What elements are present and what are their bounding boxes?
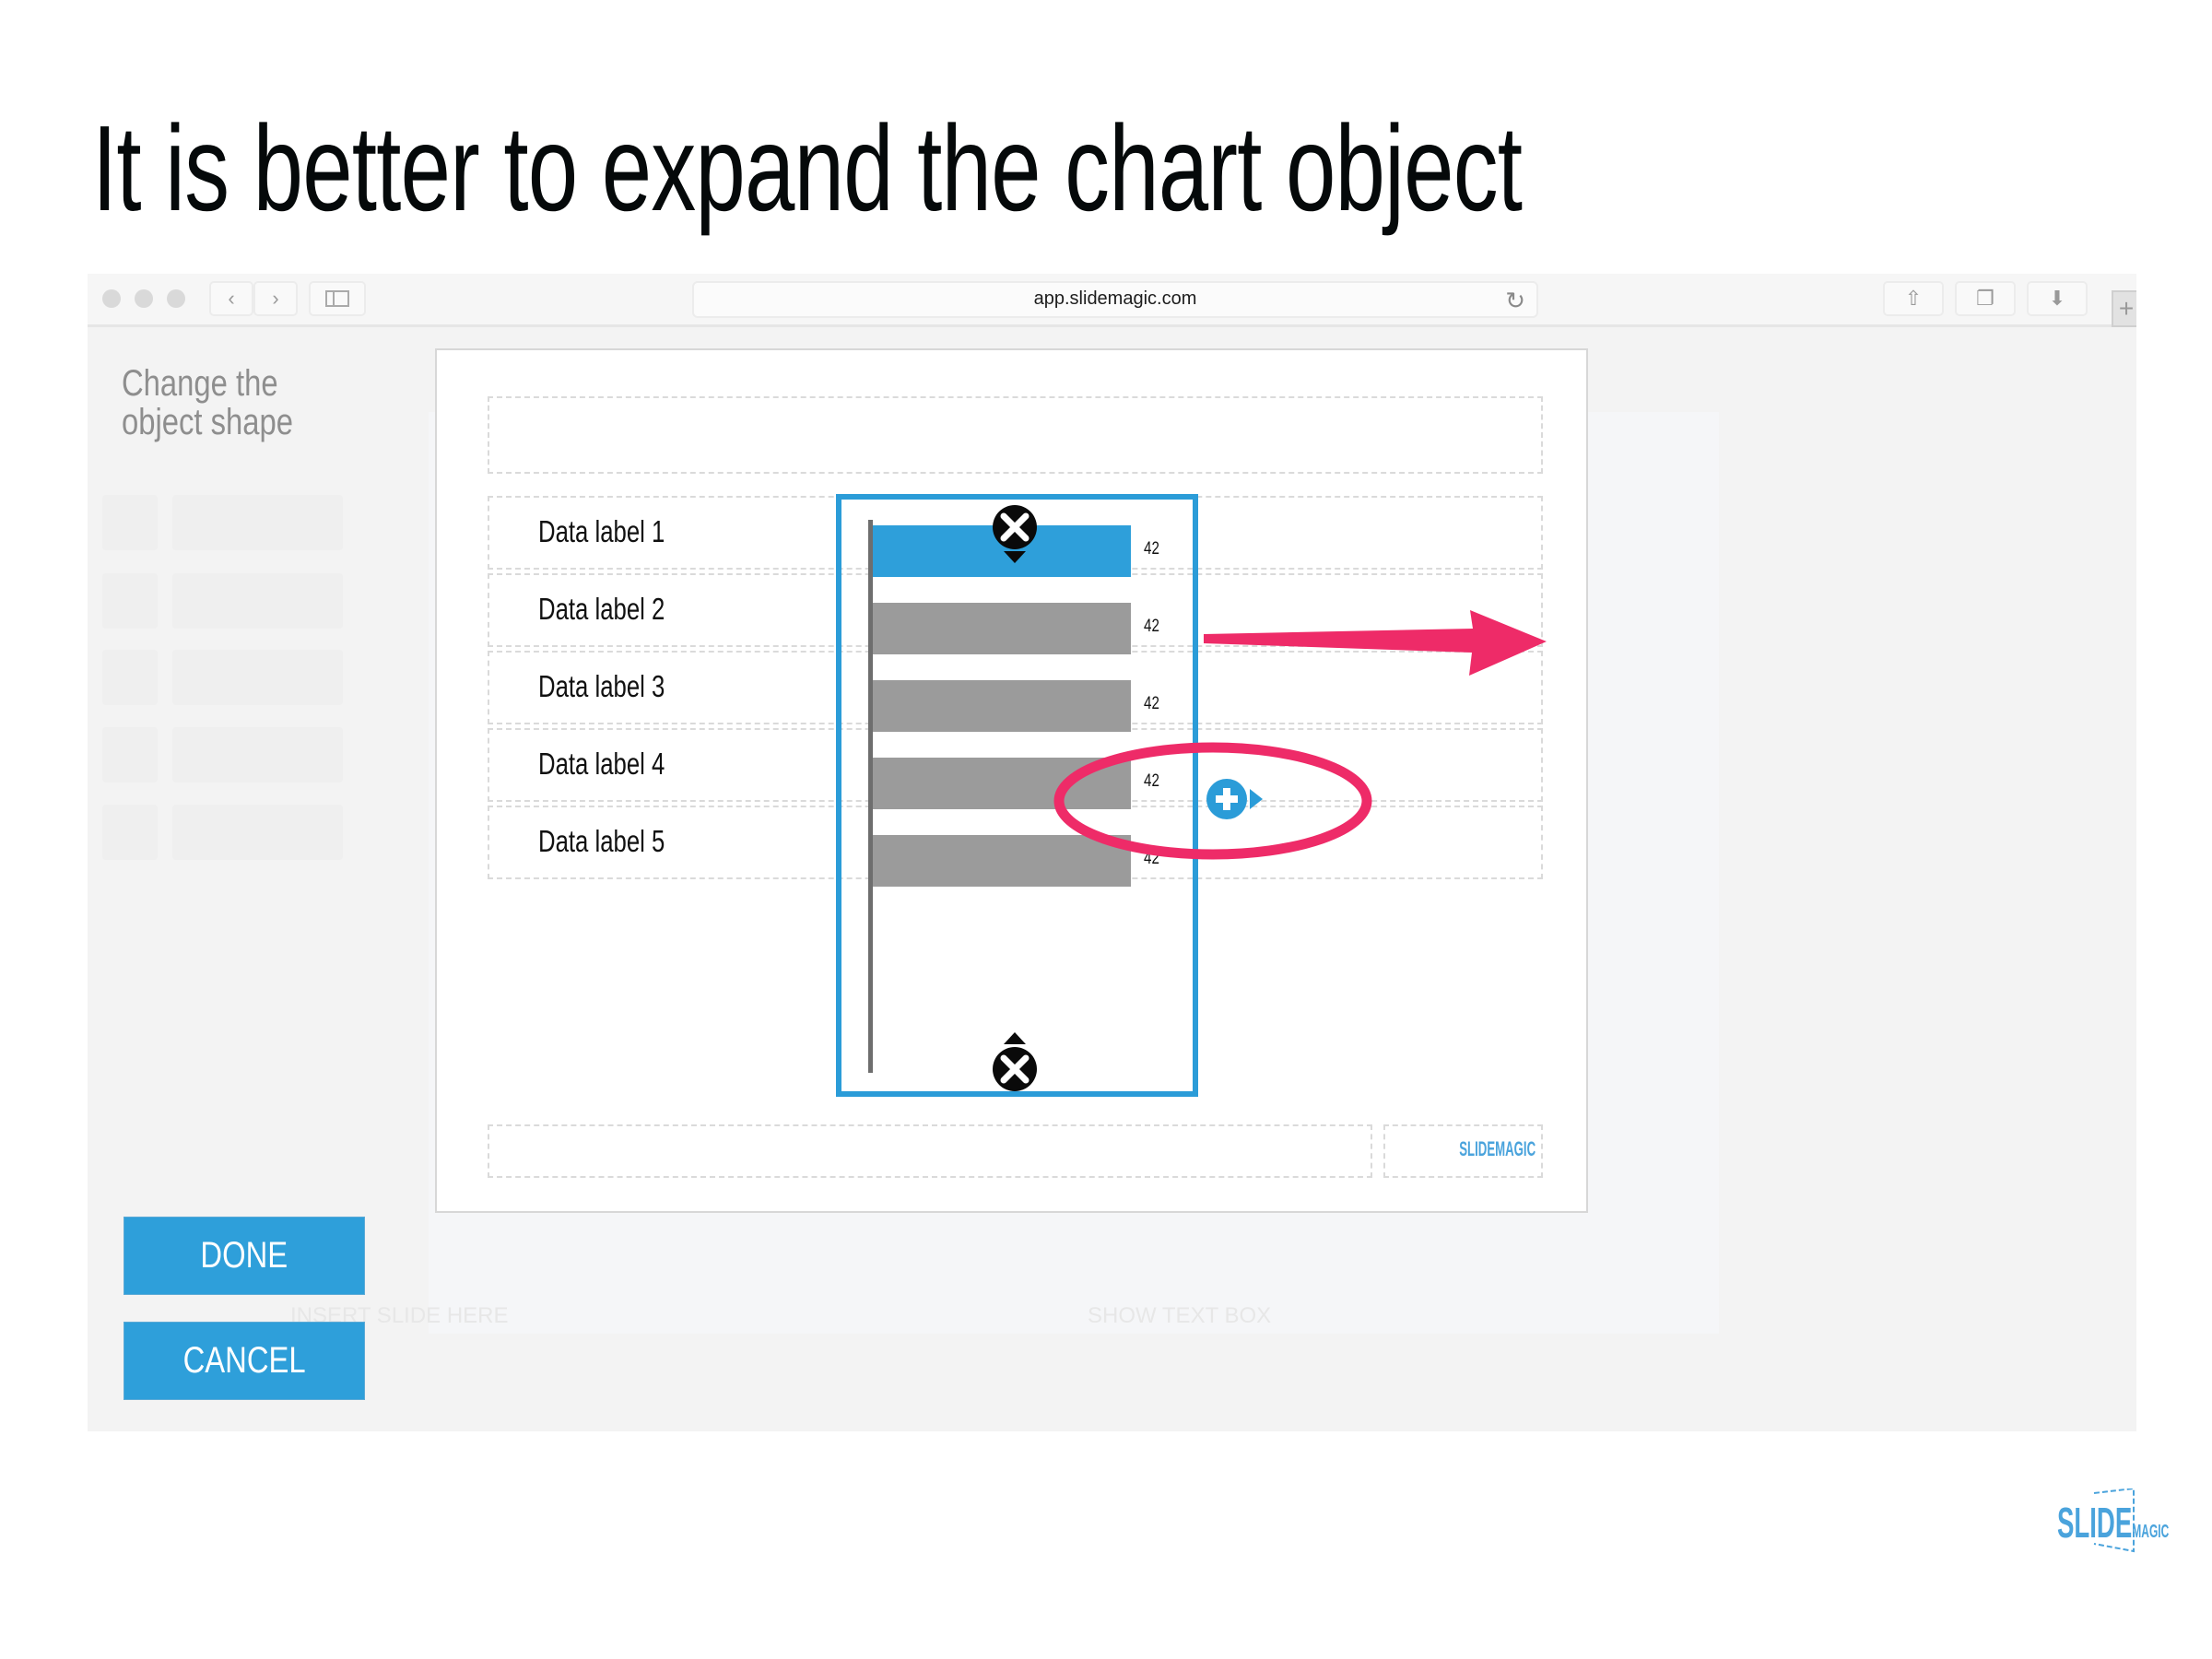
bar-value-label: 42 bbox=[1144, 694, 1159, 713]
cancel-button[interactable]: CANCEL bbox=[124, 1322, 365, 1400]
slide-title: It is better to expand the chart object bbox=[92, 100, 1523, 236]
row-label: Data label 4 bbox=[538, 747, 665, 781]
title-placeholder[interactable] bbox=[488, 396, 1543, 474]
window-minimize-button[interactable] bbox=[135, 289, 153, 308]
ghost-show-text-box: SHOW TEXT BOX bbox=[1088, 1303, 1272, 1328]
window-zoom-button[interactable] bbox=[167, 289, 185, 308]
share-icon: ⇧ bbox=[1904, 287, 1923, 310]
tabs-icon: ❐ bbox=[1976, 287, 1994, 310]
chevron-left-icon: ‹ bbox=[228, 287, 235, 310]
ghost-line-icon bbox=[102, 805, 158, 860]
done-button-label: DONE bbox=[200, 1235, 288, 1276]
sidebar-icon bbox=[325, 290, 349, 307]
downloads-button[interactable]: ⬇ bbox=[2027, 281, 2088, 316]
slidemagic-logo: SLIDEMAGIC bbox=[2055, 1487, 2169, 1558]
chart-bar[interactable] bbox=[873, 603, 1131, 654]
footer-text-placeholder[interactable] bbox=[488, 1124, 1372, 1178]
window-close-button[interactable] bbox=[102, 289, 121, 308]
download-icon: ⬇ bbox=[2048, 287, 2066, 310]
ghost-shape-icon bbox=[102, 495, 158, 550]
chevron-right-icon: › bbox=[272, 287, 279, 310]
ghost-menu-item bbox=[172, 495, 343, 550]
slide-canvas[interactable]: Data label 1 Data label 2 Data label 3 Data… bbox=[435, 348, 1588, 1213]
browser-toolbar: ‹ › app.slidemagic.com ↻ ⇧ ❐ ⬇ bbox=[88, 274, 2136, 327]
new-tab-button[interactable]: + bbox=[2112, 290, 2136, 327]
share-button[interactable]: ⇧ bbox=[1883, 281, 1944, 316]
ghost-menu-item bbox=[172, 573, 343, 629]
url-text: app.slidemagic.com bbox=[1033, 288, 1197, 309]
ghost-menu-item bbox=[172, 650, 343, 705]
ghost-grid-icon bbox=[102, 573, 158, 629]
bar-value-label: 42 bbox=[1144, 617, 1159, 636]
bar-value-label: 42 bbox=[1144, 849, 1159, 868]
address-bar[interactable]: app.slidemagic.com ↻ bbox=[692, 281, 1538, 318]
row-label: Data label 2 bbox=[538, 592, 665, 626]
bar-value-label: 42 bbox=[1144, 539, 1159, 559]
chart-bar[interactable] bbox=[873, 680, 1131, 732]
row-label: Data label 3 bbox=[538, 669, 665, 703]
chart-bar[interactable] bbox=[873, 525, 1131, 577]
chart-selection-box[interactable]: 42 42 42 42 42 bbox=[836, 494, 1198, 1097]
reload-icon[interactable]: ↻ bbox=[1505, 287, 1525, 315]
tabs-button[interactable]: ❐ bbox=[1955, 281, 2016, 316]
sidebar-heading: Change the object shape bbox=[122, 363, 294, 442]
ghost-box-icon bbox=[102, 650, 158, 705]
forward-button[interactable]: › bbox=[253, 281, 298, 316]
ghost-menu-item bbox=[172, 805, 343, 860]
chart-bar[interactable] bbox=[873, 758, 1131, 809]
bar-value-label: 42 bbox=[1144, 771, 1159, 791]
cancel-button-label: CANCEL bbox=[182, 1340, 306, 1381]
slide-logo: SLIDEMAGIC bbox=[1459, 1137, 1535, 1160]
done-button[interactable]: DONE bbox=[124, 1217, 365, 1295]
logo-big-text: SLIDE bbox=[2057, 1499, 2133, 1547]
logo-small-text: MAGIC bbox=[2132, 1522, 2170, 1542]
plus-icon: + bbox=[2118, 294, 2135, 323]
back-button[interactable]: ‹ bbox=[209, 281, 253, 316]
ghost-menu-item bbox=[172, 727, 343, 782]
footer-logo-placeholder[interactable]: SLIDEMAGIC bbox=[1383, 1124, 1543, 1178]
row-label: Data label 1 bbox=[538, 514, 665, 548]
chart-bar[interactable] bbox=[873, 835, 1131, 887]
browser-window: INSERT SLIDE HERE SHOW TEXT BOX ‹ › app.… bbox=[88, 274, 2136, 1431]
sidebar-toggle-button[interactable] bbox=[309, 281, 366, 316]
row-label: Data label 5 bbox=[538, 824, 665, 858]
ghost-chart-icon bbox=[102, 727, 158, 782]
